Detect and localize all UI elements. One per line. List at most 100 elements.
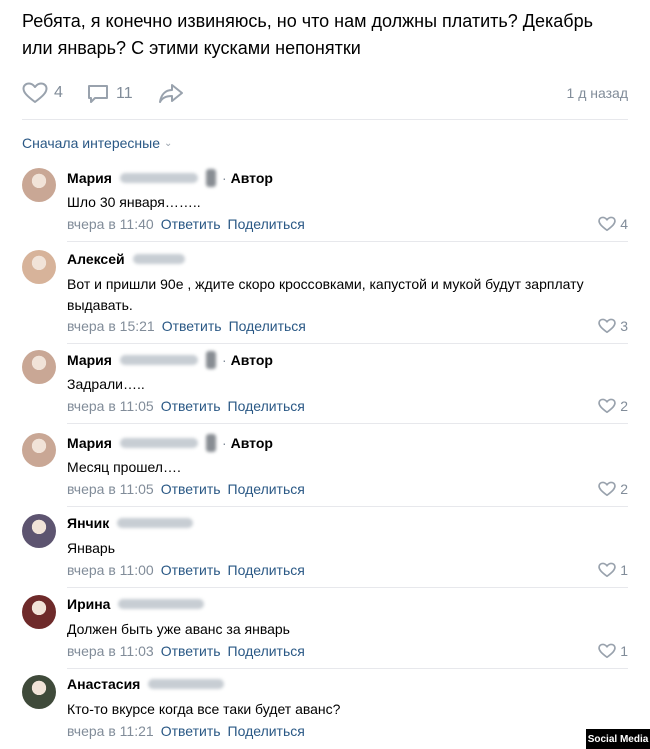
- commenter-name[interactable]: Янчик: [67, 515, 109, 531]
- reply-button[interactable]: Ответить: [161, 481, 221, 497]
- comment-meta: вчера в 15:21 Ответить Поделиться: [67, 318, 306, 334]
- commenter-name[interactable]: Анастасия: [67, 676, 140, 692]
- author-label: Автор: [230, 352, 273, 368]
- blurred-surname: [117, 518, 194, 528]
- blurred-surname: [119, 173, 198, 183]
- reply-button[interactable]: Ответить: [162, 318, 222, 334]
- reply-button[interactable]: Ответить: [161, 398, 221, 414]
- comment-meta: вчера в 11:00 Ответить Поделиться: [67, 562, 305, 578]
- comment-meta: вчера в 11:05 Ответить Поделиться: [67, 398, 305, 414]
- commenter-name[interactable]: Ирина: [67, 596, 110, 612]
- commenter-name[interactable]: Мария: [67, 435, 112, 451]
- chevron-down-icon: ⌄: [164, 137, 173, 149]
- author-label: Автор: [230, 435, 273, 451]
- reply-button[interactable]: Ответить: [161, 643, 221, 659]
- heart-icon: [598, 216, 616, 232]
- commenter-name[interactable]: Мария: [67, 170, 112, 186]
- comment-like-button[interactable]: 1: [598, 562, 628, 578]
- blurred-surname: [119, 438, 198, 448]
- share-arrow-icon: [159, 84, 183, 103]
- comment-divider: [67, 587, 628, 588]
- comment-like-button[interactable]: 2: [598, 481, 628, 497]
- comment-like-count: 3: [620, 318, 628, 334]
- author-tag: · Автор: [221, 170, 273, 186]
- comment-time[interactable]: вчера в 11:05: [67, 398, 154, 414]
- reply-button[interactable]: Ответить: [161, 216, 221, 232]
- comment-time[interactable]: вчера в 11:03: [67, 643, 154, 659]
- post-text: Ребята, я конечно извиняюсь, но что нам …: [22, 11, 593, 58]
- comment-text: Должен быть уже аванс за январь: [67, 621, 290, 637]
- comment-like-count: 1: [620, 562, 628, 578]
- heart-icon: [598, 562, 616, 578]
- share-comment-button[interactable]: Поделиться: [228, 562, 305, 578]
- comment-divider: [67, 423, 628, 424]
- comment-like-count: 2: [620, 481, 628, 497]
- comment-time[interactable]: вчера в 11:00: [67, 562, 154, 578]
- sort-dropdown[interactable]: Сначала интересные ⌄: [22, 135, 172, 151]
- comment-time[interactable]: вчера в 11:05: [67, 481, 154, 497]
- commenter-name[interactable]: Алексей: [67, 251, 125, 267]
- avatar[interactable]: [22, 250, 56, 284]
- heart-icon: [598, 643, 616, 659]
- heart-icon: [598, 398, 616, 414]
- comment-author-row: Янчик: [67, 515, 194, 531]
- divider: [22, 119, 628, 120]
- blurred-badge: [205, 169, 216, 187]
- comment-text: Январь: [67, 540, 115, 556]
- comment-icon: [88, 85, 108, 103]
- share-comment-button[interactable]: Поделиться: [228, 643, 305, 659]
- comment-text: Месяц прошел….: [67, 459, 181, 475]
- post-time: 1 д назад: [566, 85, 628, 101]
- comment-text: Шло 30 января……..: [67, 194, 201, 210]
- comment-author-row: Алексей: [67, 251, 185, 267]
- avatar[interactable]: [22, 514, 56, 548]
- blurred-badge: [205, 351, 216, 369]
- avatar[interactable]: [22, 675, 56, 709]
- comment-divider: [67, 506, 628, 507]
- comment-text: Кто-то вкурсе когда все таки будет аванс…: [67, 701, 341, 717]
- avatar[interactable]: [22, 168, 56, 202]
- share-comment-button[interactable]: Поделиться: [228, 481, 305, 497]
- comment-author-row: Мария · Автор: [67, 351, 273, 369]
- blurred-surname: [118, 599, 205, 609]
- comment-time[interactable]: вчера в 11:21: [67, 723, 154, 739]
- reply-button[interactable]: Ответить: [161, 562, 221, 578]
- share-comment-button[interactable]: Поделиться: [229, 318, 306, 334]
- avatar[interactable]: [22, 595, 56, 629]
- like-count: 4: [54, 84, 63, 101]
- comment-divider: [67, 241, 628, 242]
- author-tag: · Автор: [221, 352, 273, 368]
- comment-like-button[interactable]: 3: [598, 318, 628, 334]
- comment-divider: [67, 343, 628, 344]
- comment-time[interactable]: вчера в 15:21: [67, 318, 155, 334]
- comment-meta: вчера в 11:40 Ответить Поделиться: [67, 216, 305, 232]
- comment-like-count: 2: [620, 398, 628, 414]
- comment-author-row: Анастасия: [67, 676, 225, 692]
- share-comment-button[interactable]: Поделиться: [228, 723, 305, 739]
- comment-author-row: Мария · Автор: [67, 434, 273, 452]
- blurred-surname: [119, 355, 198, 365]
- heart-icon: [22, 82, 48, 103]
- commenter-name[interactable]: Мария: [67, 352, 112, 368]
- sort-label: Сначала интересные: [22, 135, 160, 151]
- author-label: Автор: [230, 170, 273, 186]
- comment-like-button[interactable]: 4: [598, 216, 628, 232]
- heart-icon: [598, 481, 616, 497]
- like-button[interactable]: 4: [22, 82, 63, 104]
- comment-like-button[interactable]: 2: [598, 398, 628, 414]
- share-comment-button[interactable]: Поделиться: [228, 216, 305, 232]
- share-comment-button[interactable]: Поделиться: [228, 398, 305, 414]
- comment-text: Вот и пришли 90е , ждите скоро кроссовка…: [67, 276, 584, 313]
- avatar[interactable]: [22, 350, 56, 384]
- comment-button[interactable]: 11: [86, 82, 133, 106]
- comment-meta: вчера в 11:03 Ответить Поделиться: [67, 643, 305, 659]
- comment-meta: вчера в 11:21 Ответить Поделиться: [67, 723, 305, 739]
- comment-author-row: Мария · Автор: [67, 169, 273, 187]
- avatar[interactable]: [22, 433, 56, 467]
- post-actions: 4 11 1 д назад: [22, 80, 628, 108]
- comment-text: Задрали…..: [67, 376, 145, 392]
- comment-like-button[interactable]: 1: [598, 643, 628, 659]
- reply-button[interactable]: Ответить: [161, 723, 221, 739]
- comment-time[interactable]: вчера в 11:40: [67, 216, 154, 232]
- share-button[interactable]: [158, 82, 184, 104]
